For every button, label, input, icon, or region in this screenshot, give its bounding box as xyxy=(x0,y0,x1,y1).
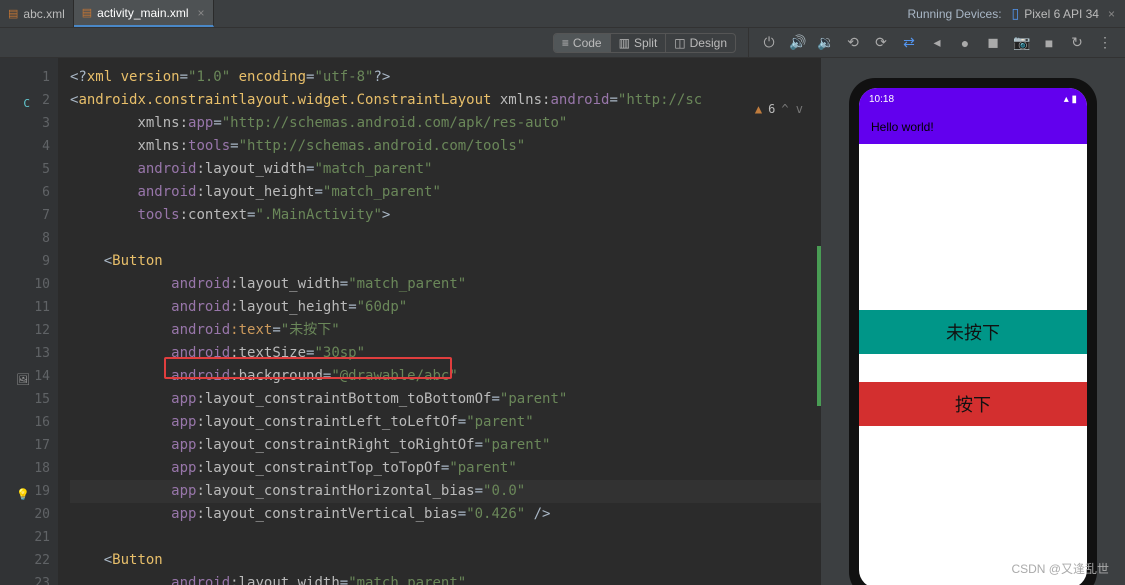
emulator-panel: 10:18 ▴ ▮ Hello world! 未按下 按下 xyxy=(821,58,1125,585)
file-tab-abc[interactable]: ▤ abc.xml xyxy=(0,0,74,27)
record-icon[interactable]: ■ xyxy=(1041,35,1057,51)
view-mode-segment: ≡Code ▥Split ◫Design xyxy=(553,33,736,53)
phone-status-icons: ▴ ▮ xyxy=(1064,94,1077,105)
code-text[interactable]: <?xml version="1.0" encoding="utf-8"?> <… xyxy=(58,58,821,585)
xml-icon: ▤ xyxy=(82,6,92,19)
emulator-frame: 10:18 ▴ ▮ Hello world! 未按下 按下 xyxy=(849,78,1097,585)
device-chip[interactable]: ▯ Pixel 6 API 34 × xyxy=(1012,5,1115,22)
xml-icon: ▤ xyxy=(8,7,18,20)
app-title: Hello world! xyxy=(871,120,934,134)
link-icon[interactable]: ⇄ xyxy=(901,34,917,51)
nav-arrows[interactable]: ^ v xyxy=(781,98,803,121)
view-mode-bar: ≡Code ▥Split ◫Design ⏻ 🔊 🔉 ⟲ ⟳ ⇄ ◂ ● ◼ 📷… xyxy=(0,28,1125,58)
running-devices-label: Running Devices: xyxy=(907,7,1001,21)
warning-count: 6 xyxy=(768,98,775,121)
phone-status-bar: 10:18 ▴ ▮ xyxy=(859,88,1087,110)
reload-icon[interactable]: ↻ xyxy=(1069,34,1085,51)
rotate-right-icon[interactable]: ⟳ xyxy=(873,34,889,51)
device-name: Pixel 6 API 34 xyxy=(1024,7,1099,21)
editor-tab-bar: ▤ abc.xml ▤ activity_main.xml × Running … xyxy=(0,0,1125,28)
home-icon[interactable]: ● xyxy=(957,35,973,51)
emulator-screen[interactable]: 10:18 ▴ ▮ Hello world! 未按下 按下 xyxy=(859,88,1087,585)
app-button-2[interactable]: 按下 xyxy=(859,382,1087,426)
close-icon[interactable]: × xyxy=(1108,7,1115,21)
rotate-left-icon[interactable]: ⟲ xyxy=(845,34,861,51)
volume-up-icon[interactable]: 🔊 xyxy=(789,34,805,51)
gutter: 1 2C 3 4 5 6 7 8 9 10 11 12 13 14🖼 15 16… xyxy=(0,58,58,585)
file-tab-label: abc.xml xyxy=(23,7,64,21)
view-mode-design[interactable]: ◫Design xyxy=(666,34,735,52)
back-icon[interactable]: ◂ xyxy=(929,34,945,51)
phone-clock: 10:18 xyxy=(869,94,894,105)
phone-icon: ▯ xyxy=(1012,5,1020,22)
screenshot-icon[interactable]: 📷 xyxy=(1013,34,1029,51)
inspections-widget[interactable]: ▲ 6 ^ v xyxy=(755,98,803,121)
more-icon[interactable]: ⋮ xyxy=(1097,34,1113,51)
emulator-toolbar: ⏻ 🔊 🔉 ⟲ ⟳ ⇄ ◂ ● ◼ 📷 ■ ↻ ⋮ xyxy=(748,28,1125,57)
app-title-bar: Hello world! xyxy=(859,110,1087,144)
code-editor[interactable]: 1 2C 3 4 5 6 7 8 9 10 11 12 13 14🖼 15 16… xyxy=(0,58,821,585)
file-tab-activity-main[interactable]: ▤ activity_main.xml × xyxy=(74,0,214,27)
power-icon[interactable]: ⏻ xyxy=(761,34,777,51)
app-button-1[interactable]: 未按下 xyxy=(859,310,1087,354)
view-mode-code[interactable]: ≡Code xyxy=(554,34,611,52)
file-tabs: ▤ abc.xml ▤ activity_main.xml × xyxy=(0,0,897,27)
file-tab-label: activity_main.xml xyxy=(97,6,188,20)
close-icon[interactable]: × xyxy=(198,6,205,20)
volume-down-icon[interactable]: 🔉 xyxy=(817,34,833,51)
overview-icon[interactable]: ◼ xyxy=(985,34,1001,51)
view-mode-split[interactable]: ▥Split xyxy=(611,34,667,52)
watermark: CSDN @又逢乱世 xyxy=(1011,560,1109,577)
warning-icon: ▲ xyxy=(755,98,762,121)
running-devices-panel: Running Devices: ▯ Pixel 6 API 34 × xyxy=(897,0,1125,27)
